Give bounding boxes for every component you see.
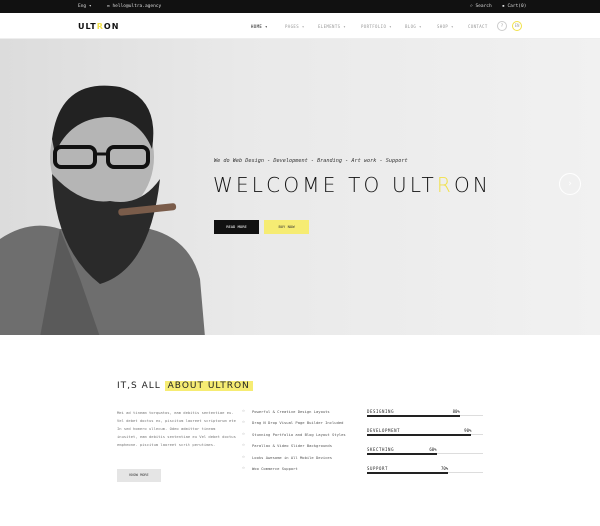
- next-slide-arrow-icon[interactable]: ›: [559, 173, 581, 195]
- nav-portfolio[interactable]: PORTFOLIO ▾: [361, 24, 392, 29]
- language-icon[interactable]: EN: [512, 21, 522, 31]
- mail-icon: ✉: [107, 4, 110, 9]
- nav-home[interactable]: HOME ▾: [251, 24, 268, 29]
- email-link[interactable]: ✉ hello@ultra.agency: [107, 4, 161, 9]
- skill-support: SUPPORT 70%: [367, 466, 483, 485]
- buy-now-button[interactable]: BUY NOW: [264, 220, 309, 234]
- search-link[interactable]: ⌕ Search: [470, 4, 492, 9]
- nav-blog[interactable]: BLOG ▾: [405, 24, 422, 29]
- hero-slider: We do Web Design - Development - Brandin…: [0, 39, 600, 335]
- list-item: ☆ Powerful & Creative Design Layouts: [242, 408, 330, 414]
- skill-bar-fill: [367, 433, 472, 436]
- skill-percent: 90%: [464, 428, 472, 433]
- top-bar: Eng ▾ ✉ hello@ultra.agency ⌕ Search ▪ Ca…: [0, 0, 600, 13]
- star-icon: ☆: [242, 464, 246, 471]
- about-heading: IT,S ALL ABOUT ULTRON: [117, 381, 253, 391]
- feature-list: ☆ Powerful & Creative Design Layouts ☆ Dra…: [242, 408, 346, 477]
- know-more-button[interactable]: KNOW MORE: [117, 469, 161, 482]
- hero-subtitle: We do Web Design - Development - Brandin…: [214, 158, 408, 164]
- nav-shop[interactable]: SHOP ▾: [437, 24, 454, 29]
- skill-bars: DESIGNING 80% DEVELOPMENT 90% SKECTHING 60%…: [367, 409, 483, 485]
- star-icon: ☆: [242, 419, 246, 426]
- hero-title: WELCOME TO ULTRON: [213, 173, 492, 197]
- star-icon: ☆: [242, 453, 246, 460]
- skill-bar-fill: [367, 471, 449, 474]
- skill-percent: 60%: [429, 447, 437, 452]
- list-item: ☆ Woo Commerce Support: [242, 464, 298, 471]
- about-paragraph: Mei ad tineam torquatos, eam debitis sen…: [117, 410, 236, 447]
- star-icon: ☆: [242, 408, 246, 414]
- language-selector[interactable]: Eng ▾: [78, 4, 92, 9]
- logo[interactable]: ULTRON: [78, 22, 119, 31]
- hero-person-image: [0, 85, 205, 335]
- nav-elements[interactable]: ELEMENTS ▾: [318, 24, 346, 29]
- list-item: ☆ Parallax & Video Slider Backgrounds: [242, 442, 333, 449]
- skill-percent: 70%: [440, 466, 449, 471]
- cart-icon: ▪: [502, 4, 505, 9]
- skill-sketching: SKECTHING 60%: [367, 447, 483, 466]
- cart-link[interactable]: ▪ Cart(0): [502, 4, 526, 9]
- list-item: ☆ Stunning Portfolio and Blog Layout Styl…: [242, 430, 346, 437]
- skill-designing: DESIGNING 80%: [367, 409, 483, 428]
- list-item: ☆ Looks Awesome in All Mobile Devices: [242, 453, 333, 460]
- skill-development: DEVELOPMENT 90%: [367, 428, 483, 447]
- help-icon[interactable]: ?: [497, 21, 507, 31]
- nav-pages[interactable]: PAGES ▾: [285, 24, 305, 29]
- search-icon: ⌕: [470, 4, 473, 9]
- skill-percent: 80%: [452, 409, 460, 414]
- star-icon: ☆: [242, 430, 246, 437]
- skill-bar-fill: [367, 452, 437, 455]
- skill-bar-fill: [367, 414, 460, 417]
- nav-contact[interactable]: CONTACT: [468, 24, 488, 29]
- site-header: ULTRON HOME ▾ PAGES ▾ ELEMENTS ▾ PORTFOL…: [0, 13, 600, 39]
- list-item: ☆ Drag N Drop Visual Page Builder Include…: [242, 419, 344, 426]
- star-icon: ☆: [242, 442, 246, 449]
- read-more-button[interactable]: READ MORE: [214, 220, 259, 234]
